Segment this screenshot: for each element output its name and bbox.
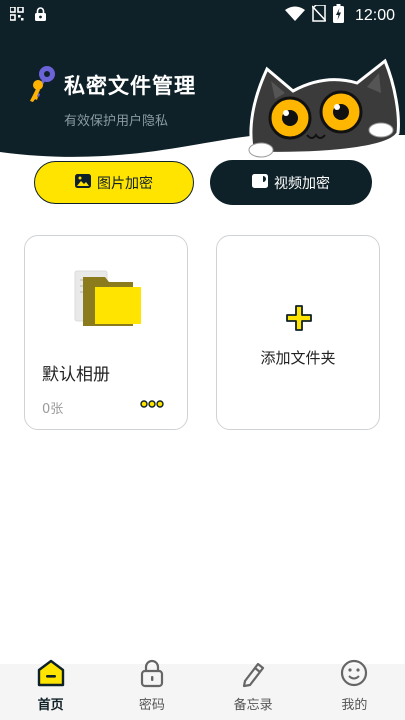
lock-notification-icon: [34, 7, 47, 26]
app-title: 私密文件管理: [64, 74, 196, 98]
qr-scan-icon: [9, 6, 24, 26]
tab-password[interactable]: 密码: [101, 659, 202, 720]
tab-mine[interactable]: 我的: [304, 659, 405, 720]
battery-charging-icon: [332, 4, 344, 27]
keys-icon: [26, 64, 58, 108]
tab-password-label: 密码: [138, 698, 165, 713]
status-time: 12:00: [354, 6, 395, 24]
tab-home-label: 首页: [37, 698, 64, 713]
cat-mascot: [248, 58, 400, 158]
album-card[interactable]: 默认相册 0张: [24, 235, 188, 430]
add-folder-label: 添加文件夹: [260, 349, 336, 367]
lock-icon: [140, 659, 163, 688]
video-encrypt-button[interactable]: 视频加密: [210, 160, 372, 205]
photo-encrypt-label: 图片加密: [97, 175, 153, 192]
image-icon: [75, 173, 91, 192]
pencil-icon: [243, 662, 265, 688]
tab-home[interactable]: 首页: [0, 659, 101, 720]
app-subtitle: 有效保护用户隐私: [64, 114, 169, 129]
more-dots-icon[interactable]: [140, 399, 164, 409]
add-folder-card[interactable]: 添加文件夹: [216, 235, 380, 430]
wifi-icon: [284, 6, 305, 26]
folder-icon: [74, 270, 141, 326]
plus-icon: [286, 305, 312, 331]
photo-encrypt-button[interactable]: 图片加密: [34, 161, 194, 204]
album-count: 0张: [42, 402, 64, 417]
bottom-tab-bar: 首页 密码 备忘录 我的: [0, 659, 405, 720]
no-sim-icon: [311, 4, 327, 26]
home-icon: [37, 659, 64, 687]
tab-mine-label: 我的: [341, 698, 368, 713]
tab-memo-label: 备忘录: [233, 698, 273, 713]
smiley-icon: [341, 659, 368, 687]
video-icon: [252, 173, 268, 192]
video-encrypt-label: 视频加密: [274, 175, 330, 192]
album-name: 默认相册: [42, 365, 110, 385]
status-bar: 12:00: [0, 0, 405, 30]
tab-memo[interactable]: 备忘录: [203, 662, 304, 720]
